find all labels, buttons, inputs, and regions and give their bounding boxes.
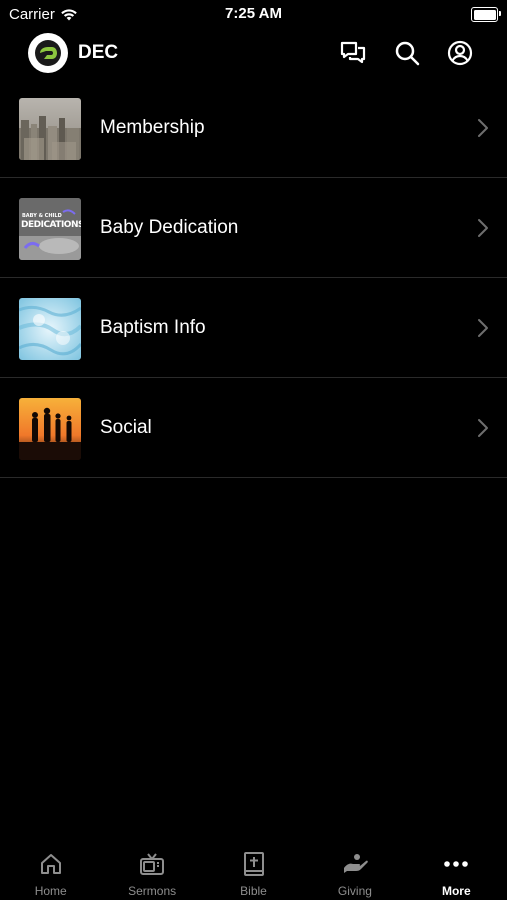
tab-more[interactable]: More xyxy=(406,840,507,900)
giving-hand-icon xyxy=(343,854,368,873)
more-icon xyxy=(444,861,469,867)
tab-label: More xyxy=(441,884,471,898)
thumb-caption: DEDICATIONS xyxy=(21,220,81,230)
menu-item-label: Membership xyxy=(100,117,205,138)
tab-giving[interactable]: Giving xyxy=(304,840,405,900)
sunset-silhouette-image xyxy=(19,398,81,460)
menu-item-baptism-info[interactable]: Baptism Info xyxy=(0,278,507,378)
menu-list: Membership BABY & CHILD DEDICATIONS Baby… xyxy=(0,78,507,478)
tab-label: Sermons xyxy=(128,884,177,898)
battery-icon xyxy=(471,7,501,22)
status-time: 7:25 AM xyxy=(225,5,282,22)
tab-home[interactable]: Home xyxy=(0,840,101,900)
menu-item-membership[interactable]: Membership xyxy=(0,78,507,178)
search-button[interactable] xyxy=(392,38,422,68)
tv-icon xyxy=(140,853,165,875)
menu-item-label: Social xyxy=(100,417,152,438)
menu-item-baby-dedication[interactable]: BABY & CHILD DEDICATIONS Baby Dedication xyxy=(0,178,507,278)
tab-sermons[interactable]: Sermons xyxy=(101,840,202,900)
app-title: DEC xyxy=(78,42,119,63)
chat-button[interactable] xyxy=(338,38,368,68)
tab-label: Giving xyxy=(337,884,372,898)
thumb-caption-top: BABY & CHILD xyxy=(22,213,62,219)
logo-mark-icon xyxy=(40,47,57,59)
tab-label: Bible xyxy=(240,884,267,898)
chevron-right-icon xyxy=(478,119,488,137)
bottom-tab-bar: Home Sermons Bible Giving More xyxy=(0,840,507,900)
menu-item-label: Baptism Info xyxy=(100,317,206,338)
city-skyline-image xyxy=(19,98,81,160)
chevron-right-icon xyxy=(478,419,488,437)
menu-item-social[interactable]: Social xyxy=(0,378,507,478)
app-header: DEC xyxy=(0,28,507,78)
search-icon xyxy=(395,41,420,66)
bible-icon xyxy=(243,852,264,876)
chevron-right-icon xyxy=(478,319,488,337)
baby-dedications-image: BABY & CHILD DEDICATIONS xyxy=(19,198,81,260)
account-icon xyxy=(447,40,473,66)
menu-item-label: Baby Dedication xyxy=(100,217,239,238)
water-image xyxy=(19,298,81,360)
chevron-right-icon xyxy=(478,219,488,237)
tab-bible[interactable]: Bible xyxy=(203,840,304,900)
church-logo[interactable] xyxy=(28,33,68,73)
account-button[interactable] xyxy=(445,38,475,68)
status-bar: Carrier 7:25 AM xyxy=(0,0,507,28)
chat-icon xyxy=(340,41,366,64)
tab-label: Home xyxy=(34,884,67,898)
home-icon xyxy=(40,854,61,874)
